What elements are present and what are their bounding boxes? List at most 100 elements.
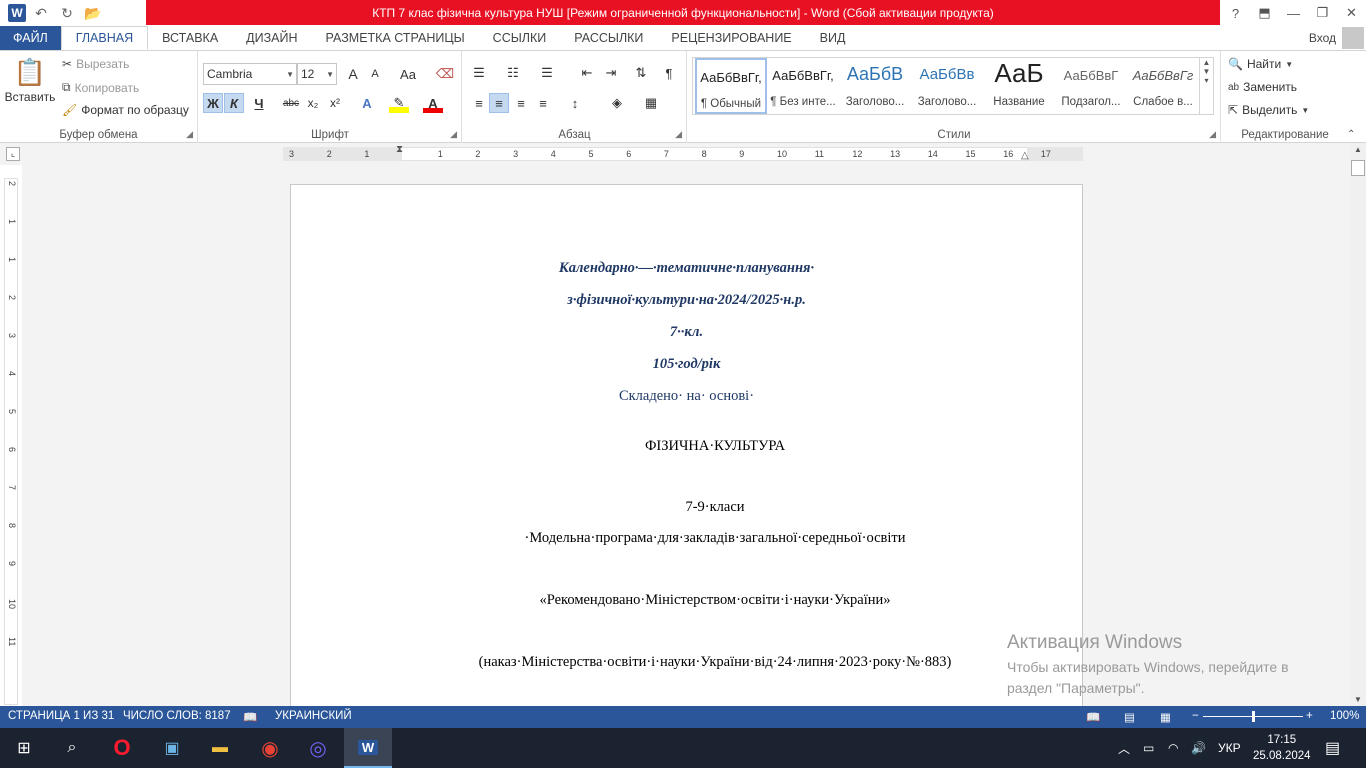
undo-icon[interactable]: ↶ (30, 2, 52, 24)
chrome-icon[interactable]: ◉ (246, 728, 294, 768)
font-color-icon[interactable]: A (423, 93, 443, 113)
doc-line-basis[interactable]: Складено· на· основі· (290, 388, 1083, 405)
tab-home[interactable]: ГЛАВНАЯ (60, 26, 149, 50)
dialog-launcher-icon[interactable]: ◢ (450, 129, 457, 140)
tab-review[interactable]: РЕЦЕНЗИРОВАНИЕ (657, 26, 805, 50)
clock[interactable]: 17:15 25.08.2024 (1253, 728, 1311, 768)
print-layout-icon[interactable]: ▤ (1124, 710, 1135, 724)
style-subtle-emphasis[interactable]: АаБбВвГг Слабое в... (1127, 58, 1199, 114)
align-right-icon[interactable]: ≡ (511, 93, 531, 113)
word-count[interactable]: ЧИСЛО СЛОВ: 8187 (123, 710, 231, 722)
vertical-scrollbar[interactable]: ▲ ▼ (1350, 143, 1366, 706)
tray-chevron-icon[interactable]: ︿ (1118, 728, 1130, 768)
paste-button[interactable]: 📋 Вставить (5, 57, 56, 104)
windows-start-icon[interactable]: ⊞ (0, 728, 48, 768)
tab-selector-icon[interactable]: ⌞ (6, 147, 20, 161)
ribbon-display-options-icon[interactable]: ⬒ (1250, 0, 1279, 26)
tab-view[interactable]: ВИД (806, 26, 860, 50)
scrollbar-thumb[interactable] (1351, 160, 1365, 176)
zoom-in-icon[interactable]: + (1306, 710, 1313, 722)
doc-line-discipline[interactable]: ФІЗИЧНА·КУЛЬТУРА (290, 438, 1140, 455)
web-layout-icon[interactable]: ▦ (1160, 710, 1171, 724)
input-language[interactable]: УКР (1218, 728, 1241, 768)
sort-icon[interactable]: ⇅ (631, 63, 651, 83)
style-heading2[interactable]: АаБбВв Заголово... (911, 58, 983, 114)
font-size-combo[interactable]: 12 ▼ (297, 63, 337, 85)
help-button[interactable]: ? (1221, 0, 1250, 26)
multilevel-list-icon[interactable]: ☰ (537, 63, 557, 83)
opera-icon[interactable]: O (98, 728, 146, 768)
format-painter-button[interactable]: 🖌 Формат по образцу (62, 103, 189, 117)
collapse-ribbon-icon[interactable]: ⌃ (1347, 129, 1355, 140)
italic-button[interactable]: К (224, 93, 244, 113)
find-button[interactable]: 🔍 Найти ▼ (1228, 57, 1293, 71)
highlight-icon[interactable]: ✎ (389, 93, 409, 113)
show-marks-button[interactable]: ¶ (659, 63, 679, 83)
zoom-level[interactable]: 100% (1330, 710, 1359, 722)
shrink-font-button[interactable]: A (365, 64, 385, 84)
style-subtitle[interactable]: АаБбВвГ Подзагол... (1055, 58, 1127, 114)
read-mode-icon[interactable]: 📖 (1086, 710, 1100, 724)
tab-insert[interactable]: ВСТАВКА (148, 26, 232, 50)
indent-marker-icon[interactable]: ⧗ (396, 144, 403, 155)
battery-icon[interactable]: ▭ (1143, 728, 1154, 768)
doc-line-subject[interactable]: з·фізичної·культури·на·2024/2025·н.р. (290, 292, 1083, 309)
change-case-button[interactable]: Aa (393, 64, 423, 84)
underline-button[interactable]: Ч (249, 93, 269, 113)
doc-line-program[interactable]: ·Модельна·програма·для·закладів·загально… (290, 530, 1140, 547)
dialog-launcher-icon[interactable]: ◢ (186, 129, 193, 140)
style-no-spacing[interactable]: АаБбВвГг, ¶ Без инте... (767, 58, 839, 114)
grow-font-button[interactable]: A (343, 64, 363, 84)
style-heading1[interactable]: АаБбВ Заголово... (839, 58, 911, 114)
decrease-indent-icon[interactable]: ⇤ (577, 63, 597, 83)
notifications-icon[interactable]: ▤ (1325, 728, 1340, 768)
doc-line-title[interactable]: Календарно·—·тематичне·планування· (290, 260, 1083, 277)
cut-button[interactable]: ✂ Вырезать (62, 57, 129, 71)
strikethrough-button[interactable]: abc (281, 93, 301, 113)
tab-page-layout[interactable]: РАЗМЕТКА СТРАНИЦЫ (312, 26, 479, 50)
replace-button[interactable]: ab Заменить (1228, 80, 1297, 94)
align-left-icon[interactable]: ≡ (469, 93, 489, 113)
superscript-button[interactable]: x² (325, 93, 345, 113)
word-app-icon[interactable]: W (8, 4, 26, 22)
doc-line-grades[interactable]: 7-9·класи (290, 499, 1140, 516)
shading-icon[interactable]: ◈ (607, 93, 627, 113)
text-effects-icon[interactable]: A (357, 93, 377, 113)
volume-icon[interactable]: 🔊 (1191, 728, 1206, 768)
doc-line-class[interactable]: 7··кл. (290, 324, 1083, 341)
right-indent-marker-icon[interactable]: △ (1021, 150, 1029, 161)
scroll-up-icon[interactable]: ▲ (1354, 145, 1362, 154)
avatar[interactable] (1342, 27, 1364, 49)
doc-line-hours[interactable]: 105·год/рік (290, 356, 1083, 373)
minimize-button[interactable]: — (1279, 0, 1308, 26)
wifi-icon[interactable]: ◠ (1168, 728, 1178, 768)
tab-file[interactable]: ФАЙЛ (0, 26, 61, 50)
language-indicator[interactable]: УКРАИНСКИЙ (275, 710, 352, 722)
viber-icon[interactable]: ◎ (294, 728, 342, 768)
select-button[interactable]: ⇱ Выделить ▼ (1228, 103, 1309, 117)
redo-icon[interactable]: ↻ (56, 2, 78, 24)
subscript-button[interactable]: x₂ (303, 93, 323, 113)
proofing-icon[interactable]: 📖 (243, 710, 257, 724)
file-explorer-icon[interactable]: ▬ (196, 728, 244, 768)
control-panel-icon[interactable]: ▣ (148, 728, 196, 768)
borders-icon[interactable]: ▦ (641, 93, 661, 113)
restore-button[interactable]: ❐ (1308, 0, 1337, 26)
close-button[interactable]: ✕ (1337, 0, 1366, 26)
dialog-launcher-icon[interactable]: ◢ (675, 129, 682, 140)
sign-in-link[interactable]: Вход (1309, 26, 1336, 50)
styles-scroll[interactable]: ▲ ▼ ▾ (1199, 58, 1213, 114)
zoom-out-icon[interactable]: − (1192, 710, 1199, 722)
copy-button[interactable]: ⧉ Копировать (62, 80, 139, 95)
font-name-combo[interactable]: Cambria ▼ (203, 63, 297, 85)
bold-button[interactable]: Ж (203, 93, 223, 113)
justify-icon[interactable]: ≡ (533, 93, 553, 113)
dialog-launcher-icon[interactable]: ◢ (1209, 129, 1216, 140)
align-center-icon[interactable]: ≡ (489, 93, 509, 113)
numbering-icon[interactable]: ☷ (503, 63, 523, 83)
increase-indent-icon[interactable]: ⇥ (601, 63, 621, 83)
word-taskbar-icon[interactable]: W (344, 728, 392, 768)
line-spacing-icon[interactable]: ↕ (565, 93, 585, 113)
style-normal[interactable]: АаБбВвГг, ¶ Обычный (695, 58, 767, 114)
scroll-down-icon[interactable]: ▼ (1354, 695, 1362, 704)
